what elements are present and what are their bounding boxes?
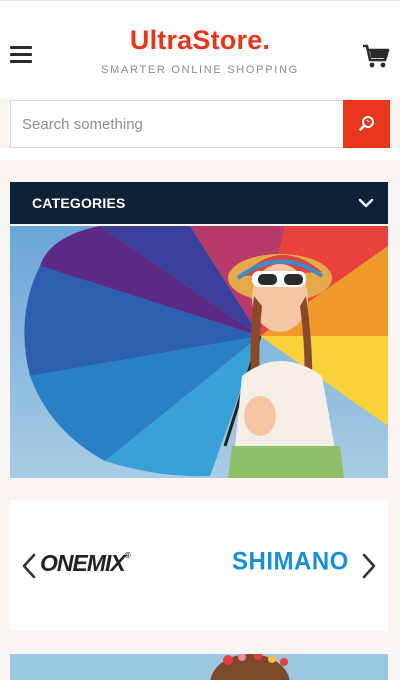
brand-logo-shimano[interactable]: SHIMANO (232, 547, 349, 576)
brand-logo-onemix[interactable]: ONEMIX® (40, 550, 131, 577)
header-divider (0, 148, 400, 160)
chevron-down-icon (358, 198, 374, 208)
cart-icon[interactable] (362, 43, 390, 69)
hero-banner-image[interactable] (10, 226, 388, 478)
promo-banner-image[interactable] (10, 654, 388, 680)
brands-carousel: ONEMIX® SHIMANO (10, 500, 388, 631)
search-bar (10, 100, 390, 148)
chevron-right-icon[interactable] (360, 552, 378, 580)
search-input[interactable] (10, 100, 343, 148)
store-tagline: SMARTER ONLINE SHOPPING (101, 64, 299, 76)
chevron-left-icon[interactable] (20, 552, 38, 580)
categories-dropdown[interactable]: CATEGORIES (10, 182, 388, 224)
search-icon (359, 116, 374, 131)
store-logo[interactable]: UltraStore. (0, 25, 400, 56)
search-button[interactable] (343, 100, 390, 148)
app-header: UltraStore. SMARTER ONLINE SHOPPING (0, 0, 400, 98)
categories-label: CATEGORIES (32, 195, 126, 211)
